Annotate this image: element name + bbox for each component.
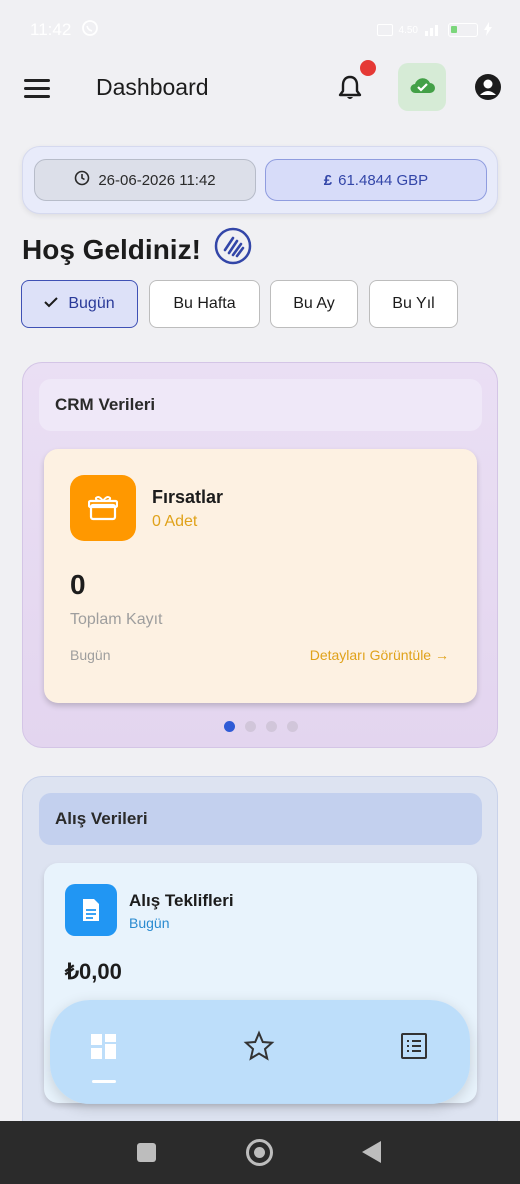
filter-month-chip[interactable]: Bu Ay bbox=[270, 280, 358, 328]
view-details-link[interactable]: Detayları Görüntüle → bbox=[310, 647, 449, 663]
info-box: 26-06-2026 11:42 £ 61.4844 GBP bbox=[22, 146, 498, 214]
page-title: Dashboard bbox=[96, 74, 209, 100]
filter-label: Bu Yıl bbox=[392, 295, 435, 312]
gift-icon bbox=[70, 475, 136, 541]
carousel-dot[interactable] bbox=[287, 721, 298, 732]
pound-icon: £ bbox=[323, 171, 333, 189]
clock-icon bbox=[74, 170, 90, 190]
datetime-chip[interactable]: 26-06-2026 11:42 bbox=[34, 159, 256, 201]
charging-icon bbox=[484, 21, 492, 39]
carousel-indicator bbox=[23, 721, 499, 732]
waving-hand-icon bbox=[213, 226, 253, 273]
app-bar: Dashboard bbox=[0, 60, 520, 116]
account-icon[interactable] bbox=[474, 73, 502, 101]
currency-text: 61.4844 GBP bbox=[338, 171, 429, 189]
welcome-heading: Hoş Geldiniz! bbox=[22, 226, 253, 273]
opportunities-title: Fırsatlar bbox=[152, 487, 224, 507]
total-records-label: Toplam Kayıt bbox=[70, 611, 163, 628]
datetime-text: 26-06-2026 11:42 bbox=[98, 171, 216, 189]
document-icon bbox=[65, 884, 117, 936]
purchase-offers-title: Alış Teklifleri bbox=[129, 891, 234, 910]
signal-icon bbox=[424, 22, 442, 39]
star-icon[interactable] bbox=[243, 1030, 277, 1064]
vpn-icon bbox=[376, 24, 393, 36]
cloud-sync-button[interactable] bbox=[398, 63, 446, 111]
crm-section: CRM Verileri Fırsatlar 0 Adet 0 Toplam K… bbox=[22, 362, 498, 748]
filter-label: Bu Hafta bbox=[173, 295, 236, 312]
bottom-navigation bbox=[50, 1000, 470, 1104]
cloud-check-icon bbox=[408, 75, 436, 100]
status-bar: 11:42 4.50 bbox=[0, 0, 520, 60]
filter-label: Bugün bbox=[68, 295, 115, 312]
currency-chip[interactable]: £ 61.4844 GBP bbox=[265, 159, 487, 201]
carousel-dot[interactable] bbox=[266, 721, 277, 732]
carousel-dot[interactable] bbox=[245, 721, 256, 732]
home-icon[interactable] bbox=[246, 1139, 273, 1166]
purchase-offers-period: Bugün bbox=[129, 915, 170, 931]
total-records-value: 0 bbox=[70, 569, 86, 600]
list-icon[interactable] bbox=[398, 1030, 432, 1064]
purchase-section-title: Alış Verileri bbox=[39, 793, 482, 845]
battery-icon bbox=[448, 23, 478, 37]
purchase-offers-amount: ₺0,00 bbox=[65, 959, 122, 984]
recent-apps-icon[interactable] bbox=[137, 1143, 156, 1162]
notification-bell-icon[interactable] bbox=[336, 74, 364, 102]
back-icon[interactable] bbox=[362, 1141, 381, 1163]
opportunities-card[interactable]: Fırsatlar 0 Adet 0 Toplam Kayıt Bugün De… bbox=[44, 449, 477, 703]
opportunities-count: 0 Adet bbox=[152, 513, 198, 530]
crm-section-title: CRM Verileri bbox=[39, 379, 482, 431]
menu-button[interactable] bbox=[24, 79, 50, 99]
filter-today-chip[interactable]: Bugün bbox=[21, 280, 138, 328]
network-speed: 4.50 bbox=[398, 24, 418, 36]
check-icon bbox=[44, 295, 59, 313]
filter-year-chip[interactable]: Bu Yıl bbox=[369, 280, 458, 328]
system-navigation-bar bbox=[0, 1121, 520, 1184]
active-tab-indicator bbox=[92, 1080, 116, 1083]
filter-label: Bu Ay bbox=[293, 295, 335, 312]
welcome-text: Hoş Geldiniz! bbox=[22, 233, 201, 265]
carousel-dot[interactable] bbox=[224, 721, 235, 732]
period-label: Bugün bbox=[70, 647, 111, 663]
notification-badge bbox=[360, 60, 376, 76]
whatsapp-icon bbox=[81, 19, 99, 42]
status-time: 11:42 bbox=[30, 20, 72, 39]
filter-week-chip[interactable]: Bu Hafta bbox=[149, 280, 260, 328]
dashboard-icon[interactable] bbox=[88, 1030, 122, 1064]
